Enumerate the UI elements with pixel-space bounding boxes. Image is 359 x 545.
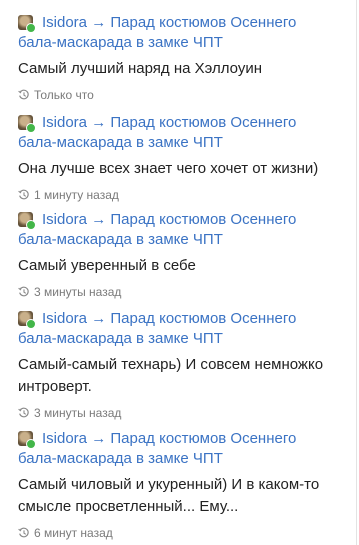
comment-text: Самый-самый технарь) И совсем немножко и… <box>18 356 324 395</box>
user-link[interactable]: Isidora <box>42 310 87 327</box>
history-clock-icon <box>18 286 29 297</box>
online-status-dot <box>26 23 36 33</box>
entry-header: Isidora → Парад костюмов Осеннего бала-м… <box>18 13 348 53</box>
history-clock-icon <box>18 527 29 538</box>
online-status-dot <box>26 123 36 133</box>
feed-entry: Isidora → Парад костюмов Осеннего бала-м… <box>18 13 348 103</box>
group-link-line2[interactable]: бала-маскарада в замке ЧПТ <box>18 34 223 51</box>
user-link[interactable]: Isidora <box>42 14 87 31</box>
group-link[interactable]: Парад костюмов Осеннего <box>110 14 296 31</box>
entry-header: Isidora → Парад костюмов Осеннего бала-м… <box>18 429 348 469</box>
group-link[interactable]: Парад костюмов Осеннего <box>110 430 296 447</box>
group-link[interactable]: Парад костюмов Осеннего <box>110 310 296 327</box>
timestamp[interactable]: 6 минут назад <box>18 525 348 541</box>
group-link-line2[interactable]: бала-маскарада в замке ЧПТ <box>18 330 223 347</box>
entry-header: Isidora → Парад костюмов Осеннего бала-м… <box>18 309 348 349</box>
entry-header: Isidora → Парад костюмов Осеннего бала-м… <box>18 210 348 250</box>
user-link[interactable]: Isidora <box>42 430 87 447</box>
arrow-icon: → <box>91 310 107 327</box>
activity-feed: Isidora → Парад костюмов Осеннего бала-м… <box>0 0 357 545</box>
user-link[interactable]: Isidora <box>42 114 87 131</box>
feed-entry: Isidora → Парад костюмов Осеннего бала-м… <box>18 210 348 300</box>
user-avatar[interactable] <box>18 212 36 230</box>
timestamp[interactable]: 1 минуту назад <box>18 187 348 203</box>
group-link-line2[interactable]: бала-маскарада в замке ЧПТ <box>18 450 223 467</box>
arrow-icon: → <box>91 430 107 447</box>
entry-header: Isidora → Парад костюмов Осеннего бала-м… <box>18 113 348 153</box>
online-status-dot <box>26 439 36 449</box>
user-link[interactable]: Isidora <box>42 211 87 228</box>
history-clock-icon <box>18 189 29 200</box>
group-link-line2[interactable]: бала-маскарада в замке ЧПТ <box>18 134 223 151</box>
arrow-icon: → <box>91 211 107 228</box>
user-avatar[interactable] <box>18 15 36 33</box>
arrow-icon: → <box>91 14 107 31</box>
user-avatar[interactable] <box>18 115 36 133</box>
user-avatar[interactable] <box>18 431 36 449</box>
feed-entry: Isidora → Парад костюмов Осеннего бала-м… <box>18 113 348 203</box>
group-link[interactable]: Парад костюмов Осеннего <box>110 114 296 131</box>
timestamp[interactable]: 3 минуты назад <box>18 284 348 300</box>
timestamp[interactable]: 3 минуты назад <box>18 405 348 421</box>
comment-text: Самый лучший наряд на Хэллоуин <box>18 60 262 77</box>
timestamp[interactable]: Только что <box>18 87 348 103</box>
online-status-dot <box>26 220 36 230</box>
timestamp-label: 3 минуты назад <box>34 406 122 420</box>
group-link-line2[interactable]: бала-маскарада в замке ЧПТ <box>18 231 223 248</box>
feed-entry: Isidora → Парад костюмов Осеннего бала-м… <box>18 429 348 541</box>
comment-text: Она лучше всех знает чего хочет от жизни… <box>18 160 319 177</box>
timestamp-label: 1 минуту назад <box>34 188 119 202</box>
user-avatar[interactable] <box>18 311 36 329</box>
group-link[interactable]: Парад костюмов Осеннего <box>110 211 296 228</box>
arrow-icon: → <box>91 114 107 131</box>
feed-entry: Isidora → Парад костюмов Осеннего бала-м… <box>18 309 348 421</box>
comment-text: Самый чиловый и укуренный) И в каком-то … <box>18 476 320 515</box>
timestamp-label: 6 минут назад <box>34 526 113 540</box>
timestamp-label: 3 минуты назад <box>34 285 122 299</box>
timestamp-label: Только что <box>34 88 94 102</box>
history-clock-icon <box>18 407 29 418</box>
comment-text: Самый уверенный в себе <box>18 257 196 274</box>
online-status-dot <box>26 319 36 329</box>
history-clock-icon <box>18 89 29 100</box>
